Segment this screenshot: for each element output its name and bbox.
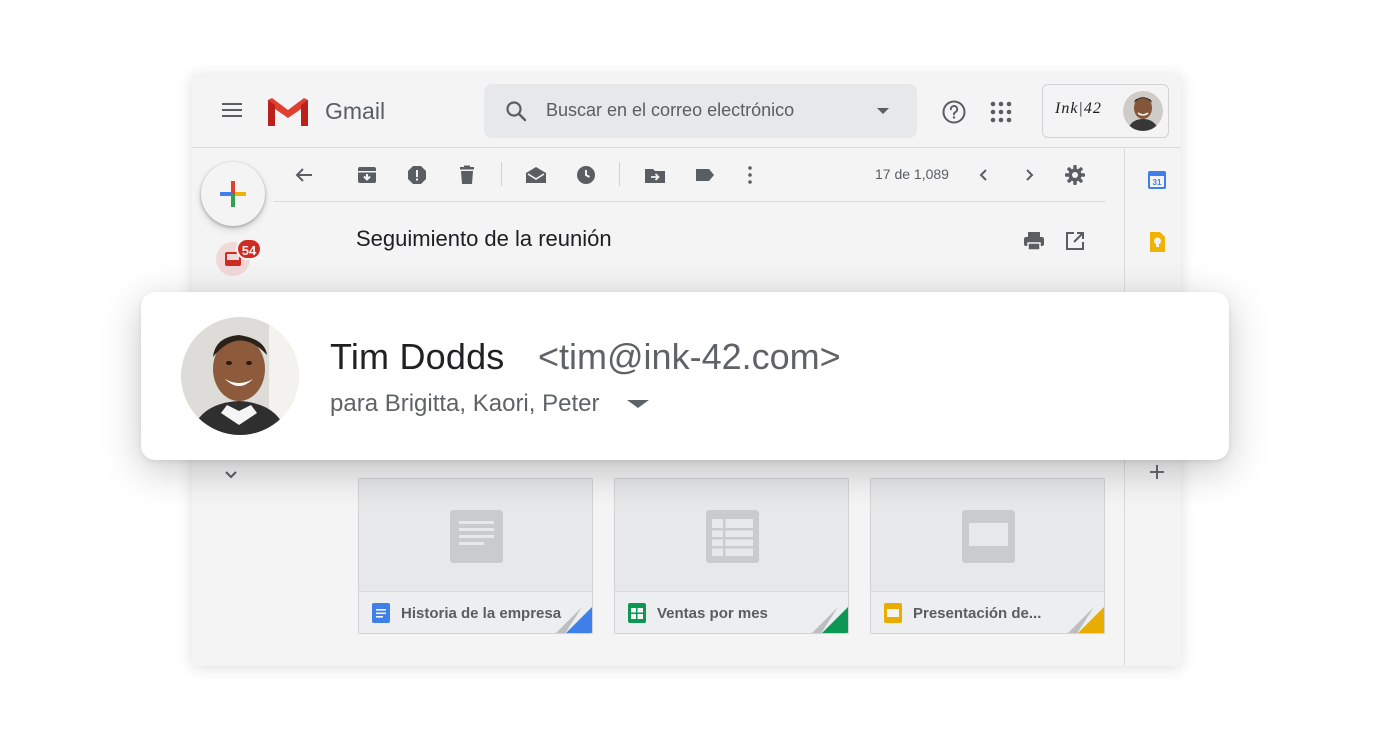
move-to-icon[interactable]: [643, 163, 667, 187]
apps-grid-icon[interactable]: [990, 101, 1012, 123]
attachment-card[interactable]: Historia de la empresa: [358, 478, 593, 634]
pagination-count: 17 de 1,089: [875, 166, 949, 182]
attachment-corner-fold: [556, 607, 592, 633]
slides-preview-icon: [962, 510, 1015, 563]
toolbar-divider: [274, 201, 1106, 202]
print-icon[interactable]: [1022, 229, 1046, 253]
search-input[interactable]: [546, 100, 866, 121]
archive-icon[interactable]: [355, 163, 379, 187]
label-icon[interactable]: [693, 163, 717, 187]
search-options-chevron-icon[interactable]: [877, 108, 889, 114]
toolbar-separator: [619, 162, 620, 186]
attachment-corner-fold: [812, 607, 848, 633]
chevron-right-icon[interactable]: [1017, 163, 1041, 187]
recipients-line: para Brigitta, Kaori, Peter: [330, 390, 600, 417]
sender-email: <tim@ink-42.com>: [538, 336, 841, 377]
help-icon[interactable]: [941, 99, 967, 125]
sheet-preview-icon: [706, 510, 759, 563]
open-in-new-window-icon[interactable]: [1063, 229, 1087, 253]
sender-avatar: [181, 317, 299, 435]
sender-name: Tim Dodds: [330, 336, 505, 377]
docs-file-icon: [372, 603, 390, 623]
recipients-details-chevron-icon[interactable]: [627, 400, 649, 408]
attachment-name: Presentación de...: [913, 605, 1042, 622]
account-brand-logo: Ink|42: [1055, 100, 1102, 117]
settings-gear-icon[interactable]: [1063, 163, 1087, 187]
chevron-left-icon[interactable]: [972, 163, 996, 187]
sender-card: Tim Dodds <tim@ink-42.com> para Brigitta…: [141, 292, 1229, 460]
chevron-down-icon[interactable]: [223, 467, 239, 483]
attachment-card[interactable]: Ventas por mes: [614, 478, 849, 634]
attachment-footer: Presentación de...: [871, 591, 1104, 633]
calendar-icon[interactable]: 31: [1145, 168, 1169, 192]
account-switcher[interactable]: Ink|42: [1042, 84, 1169, 138]
top-bar: Gmail Buscar en el correo electrónico In…: [192, 74, 1181, 148]
attachment-card[interactable]: Presentación de...: [870, 478, 1105, 634]
slides-file-icon: [884, 603, 902, 623]
attachment-footer: Historia de la empresa: [359, 591, 592, 633]
account-avatar[interactable]: [1123, 91, 1163, 131]
doc-preview-icon: [450, 510, 503, 563]
search-icon[interactable]: [504, 99, 528, 123]
attachment-footer: Ventas por mes: [615, 591, 848, 633]
attachment-preview: [359, 479, 592, 591]
compose-button[interactable]: [201, 162, 265, 226]
main-menu-button[interactable]: [218, 99, 246, 123]
gmail-wordmark: Gmail: [325, 98, 386, 124]
keep-icon[interactable]: [1145, 230, 1169, 254]
report-spam-icon[interactable]: [405, 163, 429, 187]
more-vert-icon[interactable]: [738, 163, 762, 187]
search-bar[interactable]: [484, 84, 917, 138]
attachment-name: Ventas por mes: [657, 605, 768, 622]
sheets-file-icon: [628, 603, 646, 623]
toolbar-separator: [501, 162, 502, 186]
snooze-icon[interactable]: [574, 163, 598, 187]
calendar-day-label: 31: [1153, 178, 1162, 187]
attachment-name: Historia de la empresa: [401, 605, 562, 622]
attachment-preview: [615, 479, 848, 591]
stage: Gmail Buscar en el correo electrónico In…: [0, 0, 1400, 746]
email-subject: Seguimiento de la reunión: [356, 226, 612, 251]
gmail-logo-icon: [268, 98, 308, 126]
inbox-unread-badge: 54: [236, 238, 262, 260]
attachment-preview: [871, 479, 1104, 591]
add-addon-plus-icon[interactable]: [1145, 460, 1169, 484]
delete-icon[interactable]: [455, 163, 479, 187]
back-arrow-icon[interactable]: [292, 163, 316, 187]
compose-plus-icon: [220, 181, 246, 207]
mark-unread-icon[interactable]: [524, 163, 548, 187]
attachment-corner-fold: [1068, 607, 1104, 633]
